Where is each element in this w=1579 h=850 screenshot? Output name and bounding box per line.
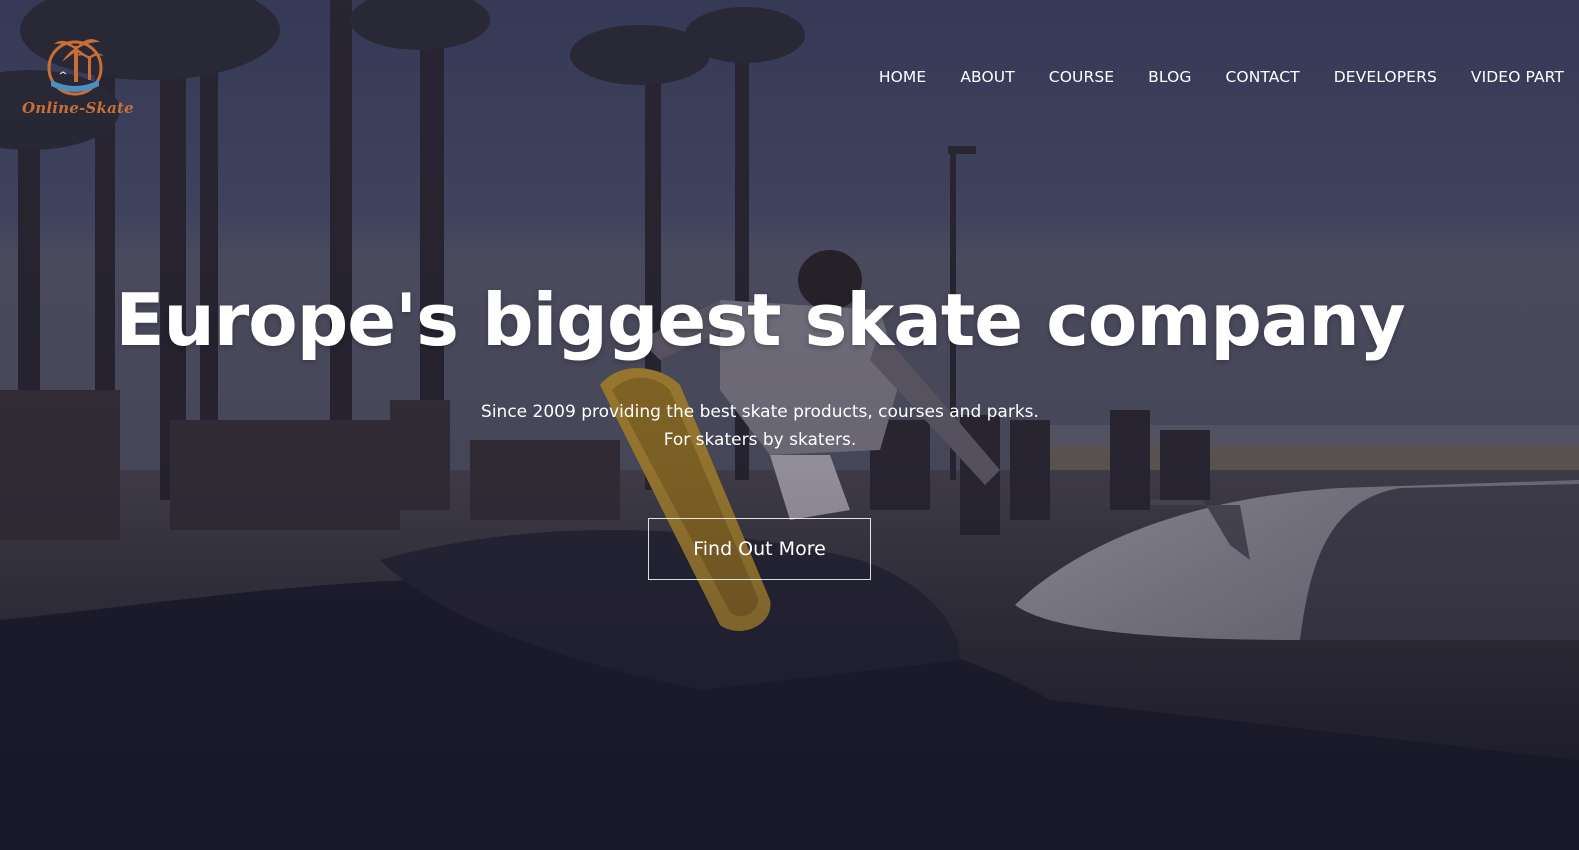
nav-item-course[interactable]: COURSE [1049,68,1114,86]
main-nav: HOME ABOUT COURSE BLOG CONTACT DEVELOPER… [845,68,1564,86]
nav-item-video-part[interactable]: VIDEO PART [1471,68,1564,86]
nav-item-blog[interactable]: BLOG [1148,68,1191,86]
hero-subtitle-line1: Since 2009 providing the best skate prod… [481,402,1039,422]
nav-item-about[interactable]: ABOUT [960,68,1014,86]
hero-overlay [0,0,1579,850]
find-out-more-button[interactable]: Find Out More [648,518,871,580]
hero-section: Online-Skate HOME ABOUT COURSE BLOG CONT… [0,0,1579,850]
nav-item-developers[interactable]: DEVELOPERS [1334,68,1437,86]
nav-item-contact[interactable]: CONTACT [1226,68,1300,86]
nav-item-home[interactable]: HOME [879,68,926,86]
hero-headline: Europe's biggest skate company [115,278,1405,362]
hero-subtitle-line2: For skaters by skaters. [663,430,857,450]
logo-text[interactable]: Online-Skate [22,99,134,117]
